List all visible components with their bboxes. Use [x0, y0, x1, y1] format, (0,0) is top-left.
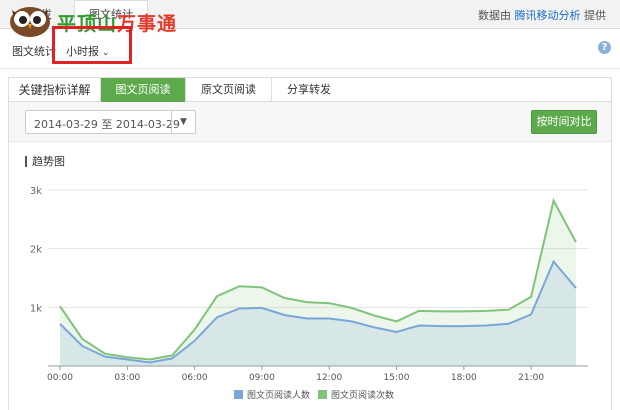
legend-label[interactable]: 图文页阅读次数: [331, 389, 394, 401]
x-tick-label: 12:00: [316, 373, 342, 383]
x-tick-label: 00:00: [47, 373, 73, 383]
x-tick-label: 21:00: [518, 373, 544, 383]
y-tick-label: 1k: [30, 303, 42, 314]
x-tick-label: 06:00: [182, 373, 208, 383]
chart-areas: [60, 200, 576, 366]
chart-legend: 图文页阅读人数 图文页阅读次数: [234, 389, 394, 401]
x-axis-labels: 00:00 03:00 06:00 09:00 12:00 15:00 18:00 21:00: [47, 373, 544, 383]
x-tick-label: 18:00: [451, 373, 477, 383]
legend-label[interactable]: 图文页阅读人数: [247, 389, 310, 401]
x-tick-label: 15:00: [384, 373, 410, 383]
legend-swatch: [234, 390, 243, 399]
y-tick-label: 2k: [30, 245, 42, 256]
x-tick-label: 09:00: [249, 373, 275, 383]
legend-swatch: [318, 390, 327, 399]
y-axis-labels: 1k 2k 3k: [30, 186, 42, 314]
trend-chart: 1k 2k 3k 00:00 03:00 06:00 09:00 12:00 15:00 18:…: [30, 186, 588, 401]
x-tick-label: 03:00: [114, 373, 140, 383]
y-tick-label: 3k: [30, 186, 42, 197]
